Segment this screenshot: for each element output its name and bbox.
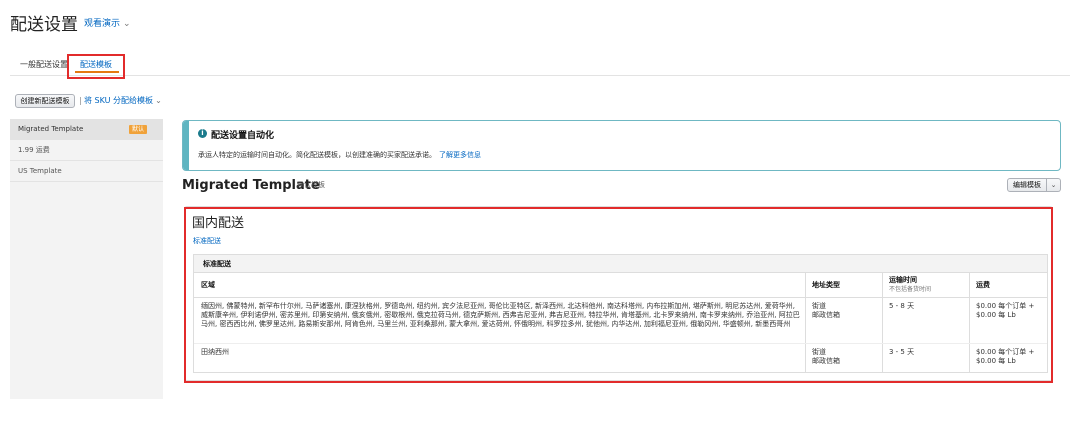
assign-sku-label[interactable]: 将 SKU 分配给模板 [84,96,153,105]
table-row: 缅因州, 佛蒙特州, 新罕布什尔州, 马萨诸塞州, 康涅狄格州, 罗德岛州, 纽… [194,298,1047,344]
tab-general-shipping[interactable]: 一般配送设置 [20,59,68,70]
domestic-shipping-title: 国内配送 [192,216,245,231]
address-type-street: 街道 [812,302,826,310]
automation-info-box: i 配送设置自动化 承运人特定的运输时间自动化。简化配送模板，以创建准确的买家配… [182,120,1061,171]
page-title: 配送设置 [10,15,78,35]
edit-template-button[interactable]: 编辑模板 [1007,178,1047,192]
table-row: 田纳西州 街道 邮政信箱 3 - 5 天 $0.00 每个订单 + $0.00 每 … [194,344,1047,372]
region-cell: 缅因州, 佛蒙特州, 新罕布什尔州, 马萨诸塞州, 康涅狄格州, 罗德岛州, 纽… [201,302,800,328]
fee-cell: $0.00 每个订单 + $0.00 每 Lb [976,302,1046,320]
sidebar-item-us-template[interactable]: US Template [10,161,163,182]
toolbar-separator: | [79,96,82,105]
col-fee: 运费 [976,281,990,289]
default-badge: 默认 [129,125,148,134]
column-divider [805,298,806,343]
sidebar-item-label: 1.99 运费 [18,146,50,154]
info-accent-stripe [183,121,189,170]
info-description-text: 承运人特定的运输时间自动化。简化配送模板，以创建准确的买家配送承诺。 [198,151,436,159]
col-address-type: 地址类型 [812,281,840,289]
fee-per-order: $0.00 每个订单 + [976,348,1035,356]
tabs-divider [10,75,1070,76]
tab-shipping-templates[interactable]: 配送模板 [80,59,112,70]
fee-per-lb: $0.00 每 Lb [976,357,1016,365]
chevron-down-icon: ⌄ [1050,181,1057,189]
column-divider [882,298,883,343]
col-transit-time: 运输时间不包括备货时间 [889,276,969,294]
chevron-down-icon: ⌄ [123,19,131,29]
watch-demo-link[interactable]: 观看演示 ⌄ [84,16,131,29]
column-divider [969,298,970,343]
column-divider [882,273,883,297]
standard-shipping-link[interactable]: 标准配送 [193,236,221,246]
info-icon: i [198,129,207,138]
column-divider [882,344,883,372]
column-divider [805,344,806,372]
transit-time-cell: 3 - 5 天 [889,348,915,356]
col-transit-time-label: 运输时间 [889,276,917,284]
info-description: 承运人特定的运输时间自动化。简化配送模板，以创建准确的买家配送承诺。 了解更多信息 [198,150,481,160]
sidebar-item-199-fee[interactable]: 1.99 运费 [10,140,163,161]
fee-cell: $0.00 每个订单 + $0.00 每 Lb [976,348,1046,366]
address-type-pobox: 邮政信箱 [812,357,840,365]
create-template-button[interactable]: 创建新配送模板 [15,94,75,108]
fee-per-order: $0.00 每个订单 + [976,302,1035,310]
address-type-cell: 街道 邮政信箱 [812,302,882,320]
col-transit-note: 不包括备货时间 [889,286,932,293]
chevron-down-icon: ⌄ [155,96,162,105]
shipping-rates-table: 标准配送 区域 地址类型 运输时间不包括备货时间 运费 缅因州, 佛蒙特州, 新… [193,254,1048,373]
active-tab-indicator [75,71,119,73]
column-divider [969,273,970,297]
assign-sku-dropdown[interactable]: 将 SKU 分配给模板 ⌄ [84,95,162,106]
template-sidebar: Migrated Template 默认 1.99 运费 US Template [10,119,163,399]
table-column-headers: 区域 地址类型 运输时间不包括备货时间 运费 [194,273,1047,298]
info-title: 配送设置自动化 [211,131,275,141]
column-divider [969,344,970,372]
sidebar-item-label: Migrated Template [18,125,84,133]
active-item-notch [163,125,168,135]
transit-time-cell: 5 - 8 天 [889,302,915,310]
column-divider [805,273,806,297]
default-template-label: 默认模板 [297,181,325,189]
col-region: 区域 [201,281,215,289]
table-section-header: 标准配送 [194,255,1047,273]
watch-demo-label[interactable]: 观看演示 [84,19,120,29]
address-type-street: 街道 [812,348,826,356]
region-cell: 田纳西州 [201,348,229,356]
learn-more-link[interactable]: 了解更多信息 [439,151,481,159]
sidebar-item-migrated-template[interactable]: Migrated Template 默认 [10,119,163,140]
sidebar-item-label: US Template [18,167,62,175]
edit-template-dropdown[interactable]: ⌄ [1047,178,1061,192]
address-type-cell: 街道 邮政信箱 [812,348,882,366]
address-type-pobox: 邮政信箱 [812,311,840,319]
fee-per-lb: $0.00 每 Lb [976,311,1016,319]
